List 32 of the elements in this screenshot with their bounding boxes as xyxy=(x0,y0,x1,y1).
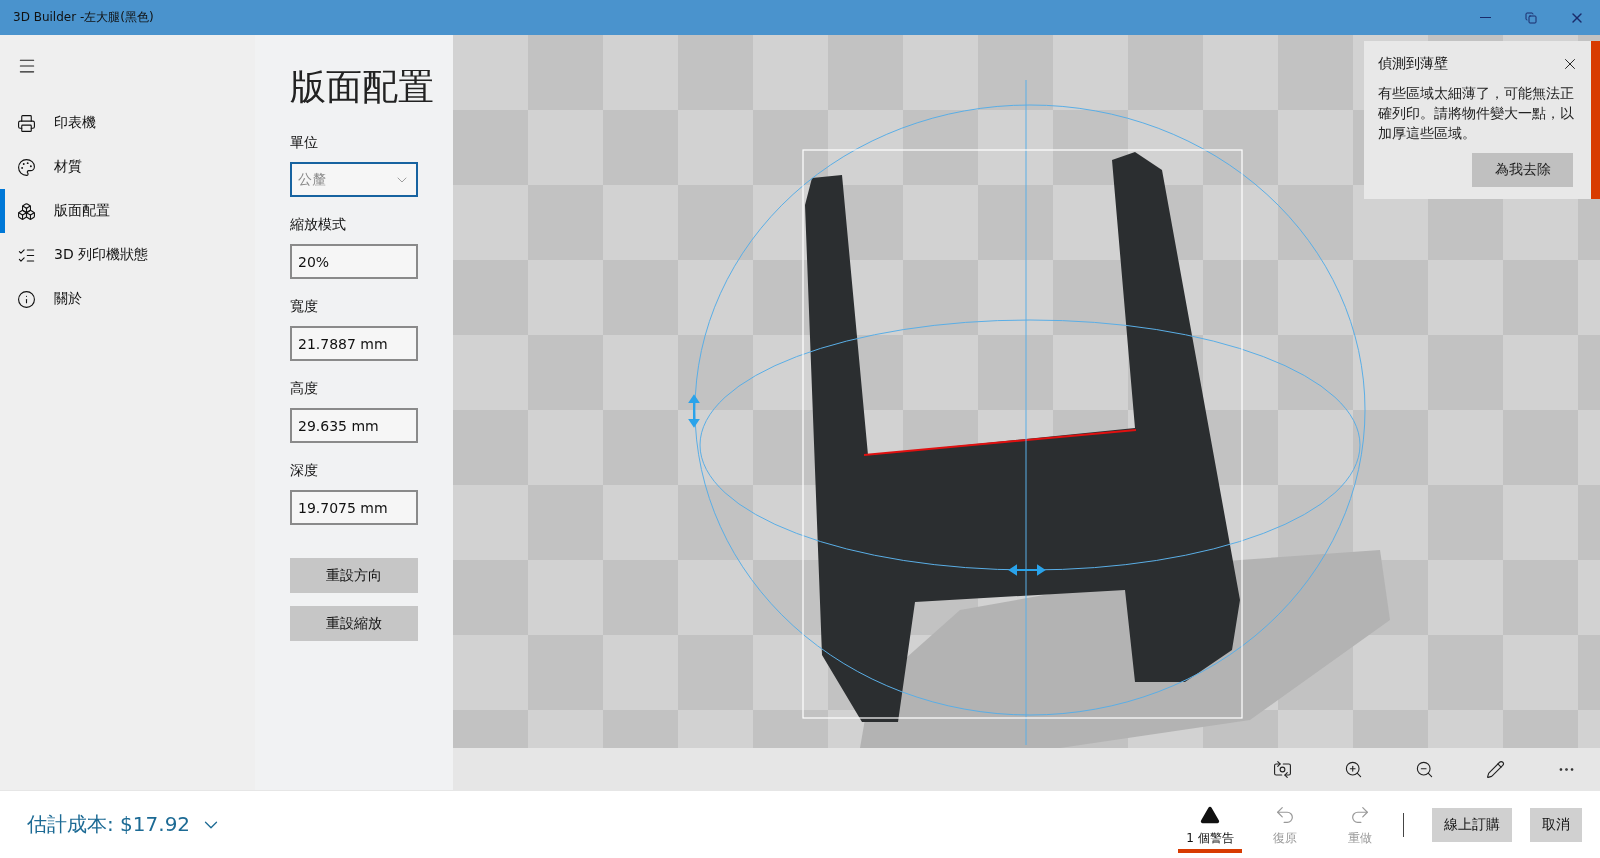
input-field[interactable]: 20% xyxy=(290,244,418,279)
printer-icon xyxy=(17,113,36,133)
input-field[interactable]: 29.635 mm xyxy=(290,408,418,443)
reset-button[interactable]: 重設方向 xyxy=(290,558,418,593)
palette-icon xyxy=(17,157,36,177)
notification-title: 偵測到薄壁 xyxy=(1378,55,1448,73)
cubes-icon xyxy=(17,201,36,221)
sidebar-item[interactable]: 3D 列印機狀態 xyxy=(0,233,255,277)
warnings-button[interactable]: 1 個警告 xyxy=(1178,796,1242,853)
window-title: 3D Builder -左大腿(黑色) xyxy=(13,9,155,26)
fix-button[interactable]: 為我去除 xyxy=(1472,153,1573,187)
sidebar-item[interactable]: 關於 xyxy=(0,277,255,321)
sidebar-item[interactable]: 印表機 xyxy=(0,101,255,145)
minimize-icon xyxy=(1479,17,1491,18)
notification-message: 有些區域太細薄了，可能無法正確列印。請將物件變大一點，以加厚這些區域。 xyxy=(1378,84,1575,143)
field-label: 單位 xyxy=(290,134,319,152)
field-label: 縮放模式 xyxy=(290,216,347,234)
reset-button[interactable]: 重設縮放 xyxy=(290,606,418,641)
input-field[interactable]: 21.7887 mm xyxy=(290,326,418,361)
resize-handle-icon[interactable] xyxy=(688,394,700,428)
field-label: 深度 xyxy=(290,462,319,480)
move-handle-icon[interactable] xyxy=(1008,564,1046,576)
sidebar-item[interactable]: 材質 xyxy=(0,145,255,189)
panel-title: 版面配置 xyxy=(290,65,435,109)
order-online-button[interactable]: 線上訂購 xyxy=(1432,807,1512,842)
cancel-button[interactable]: 取消 xyxy=(1530,807,1582,842)
input-field[interactable]: 19.7075 mm xyxy=(290,490,418,525)
field-label: 寬度 xyxy=(290,298,319,316)
restore-icon xyxy=(1525,11,1537,24)
field-label: 高度 xyxy=(290,380,319,398)
cost-dropdown[interactable]: 估計成本: $17.92 xyxy=(27,811,1178,838)
info-icon xyxy=(17,289,36,309)
